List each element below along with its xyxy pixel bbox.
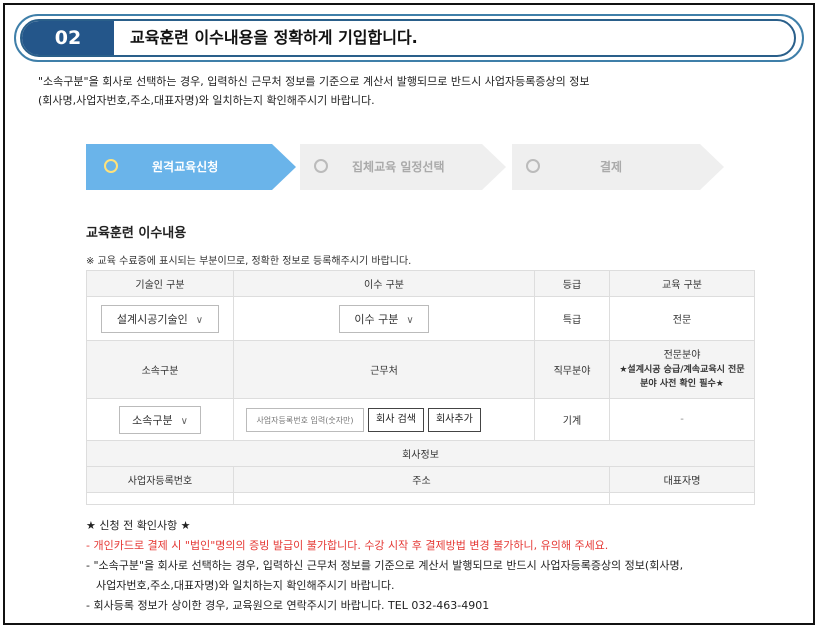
specialty-warning-line: ★설계시공 승급/계속교육시 전문 (619, 364, 745, 375)
completion-type-cell: 이수 구분 ∨ (233, 296, 535, 341)
check-circle-icon (526, 159, 540, 173)
section-header: 02 교육훈련 이수내용을 정확하게 기입합니다. (14, 14, 806, 64)
specialty-value: - (609, 398, 755, 441)
intro-text: "소속구분"을 회사로 선택하는 경우, 입력하신 근무처 정보를 기준으로 계… (38, 72, 589, 110)
business-number-value (86, 492, 234, 505)
confirmation-notes: ★ 신청 전 확인사항 ★ - 개인카드로 결제 시 "법인"명의의 증빙 발급… (86, 516, 786, 616)
table-row: 소속구분 ∨ 사업자등록번호 입력(숫자만) 회사 검색 회사추가 기계 - (86, 398, 755, 441)
business-number-input[interactable]: 사업자등록번호 입력(숫자만) (246, 407, 364, 432)
affiliation-select[interactable]: 소속구분 ∨ (119, 405, 201, 434)
chevron-down-icon: ∨ (195, 314, 204, 326)
table-row (86, 492, 755, 505)
company-search-button[interactable]: 회사 검색 (368, 407, 424, 432)
progress-steps: 원격교육신청 집체교육 일정선택 결제 (86, 144, 726, 190)
table-header-row: 기술인 구분 이수 구분 등급 교육 구분 (86, 270, 755, 297)
table-header-row: 소속구분 근무처 직무분야 전문분야 ★설계시공 승급/계속교육시 전문 분야 … (86, 340, 755, 399)
header-duty-field: 직무분야 (534, 340, 610, 399)
chevron-down-icon: ∨ (406, 314, 414, 326)
duty-field-value: 기계 (534, 398, 610, 441)
step-label: 결제 (600, 160, 623, 174)
header-grade: 등급 (534, 270, 610, 297)
header-bar: 02 교육훈련 이수내용을 정확하게 기입합니다. (20, 19, 796, 57)
step-payment: 결제 (512, 144, 724, 190)
grade-value: 특급 (534, 296, 610, 341)
representative-value (609, 492, 755, 505)
workplace-cell: 사업자등록번호 입력(숫자만) 회사 검색 회사추가 (233, 398, 535, 441)
confirm-item-affiliation-cont: 사업자번호,주소,대표자명)와 일치하는지 확인해주시기 바랍니다. (96, 579, 395, 592)
education-type-value: 전문 (609, 296, 755, 341)
step-online-application: 원격교육신청 (86, 144, 296, 190)
section-title: 교육훈련 이수내용 (86, 226, 187, 241)
intro-line-2: (회사명,사업자번호,주소,대표자명)와 일치하는지 확인해주시기 바랍니다. (38, 94, 375, 107)
table-header-row: 사업자등록번호 주소 대표자명 (86, 466, 755, 493)
completion-info-table: 기술인 구분 이수 구분 등급 교육 구분 설계시공기술인 ∨ 이수 구분 ∨ 특급… (86, 270, 755, 505)
header-specialty: 전문분야 ★설계시공 승급/계속교육시 전문 분야 사전 확인 필수★ (609, 340, 755, 399)
header-technician-type: 기술인 구분 (86, 270, 234, 297)
affiliation-cell: 소속구분 ∨ (86, 398, 234, 441)
add-company-button[interactable]: 회사추가 (427, 407, 481, 432)
step-label: 집체교육 일정선택 (352, 160, 445, 174)
specialty-warning-line: 분야 사전 확인 필수★ (640, 378, 724, 389)
completion-type-select[interactable]: 이수 구분 ∨ (339, 304, 429, 333)
confirm-item-affiliation: - "소속구분"을 회사로 선택하는 경우, 입력하신 근무처 정보를 기준으로… (86, 559, 684, 572)
header-affiliation: 소속구분 (86, 340, 234, 399)
step-label: 원격교육신청 (152, 160, 219, 174)
header-workplace: 근무처 (233, 340, 535, 399)
address-value (233, 492, 610, 505)
select-value: 설계시공기술인 (116, 312, 188, 326)
check-circle-icon (314, 159, 328, 173)
notice-text: ※ 교육 수료증에 표시되는 부분이므로, 정확한 정보로 등록해주시기 바랍니… (86, 256, 412, 267)
chevron-down-icon: ∨ (180, 415, 188, 427)
company-info-row: 회사정보 (86, 440, 755, 467)
confirm-item-contact: - 회사등록 정보가 상이한 경우, 교육원으로 연락주시기 바랍니다. TEL… (86, 599, 490, 612)
page-title: 교육훈련 이수내용을 정확하게 기입합니다. (130, 28, 418, 47)
company-info-header: 회사정보 (86, 440, 755, 467)
header-education-type: 교육 구분 (609, 270, 755, 297)
technician-type-cell: 설계시공기술인 ∨ (86, 296, 234, 341)
step-number-badge: 02 (22, 21, 114, 55)
confirm-item-card-warning: - 개인카드로 결제 시 "법인"명의의 증빙 발급이 불가합니다. 수강 시작… (86, 539, 609, 552)
header-completion-type: 이수 구분 (233, 270, 535, 297)
select-value: 소속구분 (132, 413, 173, 427)
intro-line-1: "소속구분"을 회사로 선택하는 경우, 입력하신 근무처 정보를 기준으로 계… (38, 75, 590, 88)
table-row: 설계시공기술인 ∨ 이수 구분 ∨ 특급 전문 (86, 296, 755, 341)
header-address: 주소 (233, 466, 610, 493)
header-business-number: 사업자등록번호 (86, 466, 234, 493)
confirm-title: ★ 신청 전 확인사항 ★ (86, 519, 191, 532)
technician-type-select[interactable]: 설계시공기술인 ∨ (101, 304, 219, 333)
header-representative: 대표자명 (609, 466, 755, 493)
step-group-schedule: 집체교육 일정선택 (300, 144, 506, 190)
select-value: 이수 구분 (354, 312, 399, 326)
check-circle-icon (104, 159, 118, 173)
specialty-header-line: 전문분야 (663, 349, 701, 361)
